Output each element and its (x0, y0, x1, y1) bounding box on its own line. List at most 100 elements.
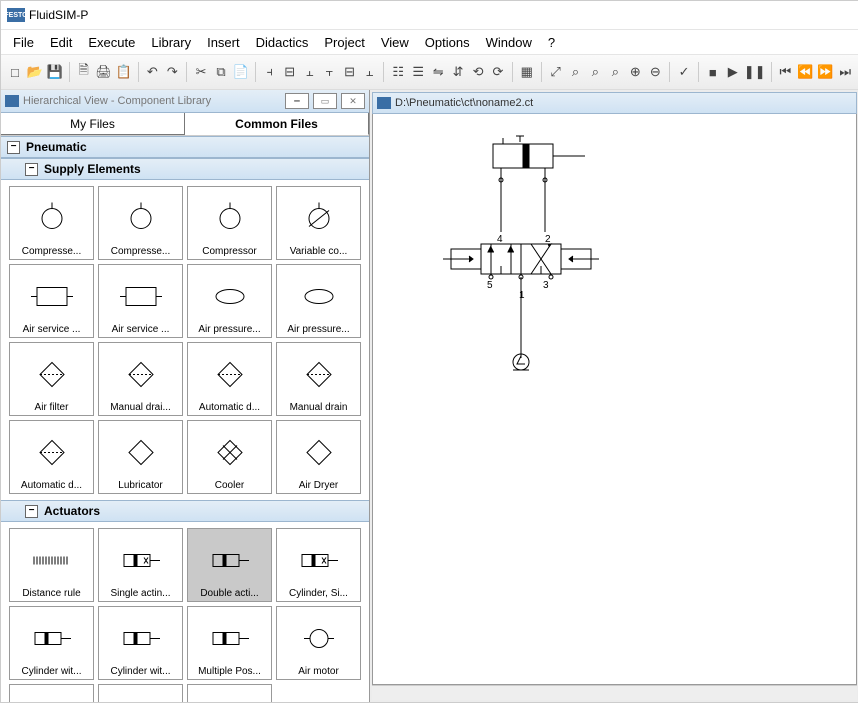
component-multiple-position-cylinder[interactable]: Multiple Pos... (187, 606, 272, 680)
dist-h-icon[interactable]: ☷ (389, 61, 407, 83)
component-air-motor[interactable]: Air motor (276, 606, 361, 680)
component-cylinder-with-cushion-2[interactable]: Cylinder wit... (98, 606, 183, 680)
component-air-service-unit-simple[interactable]: Air service ... (98, 264, 183, 338)
circuit-diagram[interactable]: 4 2 (373, 114, 853, 684)
component-air-pressure-reservoir[interactable]: Air pressure... (187, 264, 272, 338)
component-compressed-air-supply[interactable]: Compresse... (9, 186, 94, 260)
menu-project[interactable]: Project (316, 33, 372, 52)
play-icon[interactable]: ▶ (724, 61, 742, 83)
component-air-filter[interactable]: Air filter (9, 342, 94, 416)
collapse-icon[interactable]: − (25, 505, 38, 518)
component-label: Lubricator (98, 480, 183, 493)
rotate-right-icon[interactable]: ⟳ (489, 61, 507, 83)
menu-didactics[interactable]: Didactics (248, 33, 317, 52)
open-file-icon[interactable]: 📂 (26, 61, 44, 83)
component-air-service-unit[interactable]: Air service ... (9, 264, 94, 338)
component-distance-rule[interactable]: Distance rule (9, 528, 94, 602)
preview-icon[interactable]: 🗎 (75, 61, 93, 83)
component-cylinder-with-cushion[interactable]: Cylinder wit... (9, 606, 94, 680)
menu-view[interactable]: View (373, 33, 417, 52)
component-rotary-actuator[interactable] (98, 684, 183, 702)
menu-file[interactable]: File (5, 33, 42, 52)
tab-common-files[interactable]: Common Files (185, 113, 369, 135)
collapse-icon[interactable]: − (25, 163, 38, 176)
zoom-fit-icon[interactable]: ⤢ (547, 61, 565, 83)
mirror-h-icon[interactable]: ⇋ (429, 61, 447, 83)
zoom-window-icon[interactable]: ⌕ (567, 61, 585, 83)
double-acting-cylinder-symbol[interactable] (493, 136, 585, 182)
menu-edit[interactable]: Edit (42, 33, 80, 52)
component-cylinder-single-spring[interactable]: Cylinder, Si... (276, 528, 361, 602)
component-lubricator[interactable]: Lubricator (98, 420, 183, 494)
component-semi-rotary[interactable] (9, 684, 94, 702)
component-label: Air service ... (9, 324, 94, 337)
component-compressed-air-supply-2[interactable]: Compresse... (98, 186, 183, 260)
horizontal-scrollbar[interactable] (372, 685, 857, 700)
step-fwd-icon[interactable]: ⏩ (816, 61, 834, 83)
step-first-icon[interactable]: ⏮ (776, 61, 794, 83)
zoom-prev-icon[interactable]: ⌕ (586, 61, 604, 83)
component-label: Variable co... (276, 246, 361, 259)
close-button[interactable]: ✕ (341, 93, 365, 109)
align-bottom-icon[interactable]: ⫠ (361, 61, 379, 83)
subgroup-supply-elements[interactable]: −Supply Elements (1, 158, 369, 180)
component-automatic-drain[interactable]: Automatic d... (9, 420, 94, 494)
separator (186, 62, 187, 82)
menu-[interactable]: ? (540, 33, 563, 52)
grid-icon[interactable]: ▦ (518, 61, 536, 83)
redo-icon[interactable]: ↷ (163, 61, 181, 83)
collapse-icon[interactable]: − (7, 141, 20, 154)
component-double-acting-cylinder[interactable]: Double acti... (187, 528, 272, 602)
check-icon[interactable]: ✓ (675, 61, 693, 83)
separator (255, 62, 256, 82)
component-cooler[interactable]: Cooler (187, 420, 272, 494)
align-right-icon[interactable]: ⫠ (301, 61, 319, 83)
menu-options[interactable]: Options (417, 33, 478, 52)
align-vcenter-icon[interactable]: ⊟ (341, 61, 359, 83)
pause-icon[interactable]: ❚❚ (744, 61, 766, 83)
zoom-in-icon[interactable]: ⊕ (626, 61, 644, 83)
stop-icon[interactable]: ■ (704, 61, 722, 83)
undo-icon[interactable]: ↶ (143, 61, 161, 83)
align-top-icon[interactable]: ⫟ (321, 61, 339, 83)
copy-icon[interactable]: ⧉ (212, 61, 230, 83)
menu-library[interactable]: Library (143, 33, 199, 52)
menu-execute[interactable]: Execute (80, 33, 143, 52)
align-hcenter-icon[interactable]: ⊟ (281, 61, 299, 83)
group-pneumatic[interactable]: −Pneumatic (1, 136, 369, 158)
component-variable-compressor[interactable]: Variable co... (276, 186, 361, 260)
rotate-left-icon[interactable]: ⟲ (469, 61, 487, 83)
maximize-button[interactable]: ▭ (313, 93, 337, 109)
library-tree[interactable]: −Pneumatic−Supply ElementsCompresse...Co… (1, 135, 369, 702)
cut-icon[interactable]: ✂ (192, 61, 210, 83)
minimize-button[interactable]: ━ (285, 93, 309, 109)
component-automatic-drain-filter[interactable]: Automatic d... (187, 342, 272, 416)
align-left-icon[interactable]: ⫞ (261, 61, 279, 83)
subgroup-actuators[interactable]: −Actuators (1, 500, 369, 522)
print-icon[interactable]: 🖨 (95, 61, 113, 83)
component-single-acting-cylinder[interactable]: Single actin... (98, 528, 183, 602)
component-manual-drain[interactable]: Manual drain (276, 342, 361, 416)
step-back-icon[interactable]: ⏪ (796, 61, 814, 83)
paste-icon[interactable]: 📄 (232, 61, 250, 83)
properties-icon[interactable]: 📋 (115, 61, 133, 83)
component-compressor[interactable]: Compressor (187, 186, 272, 260)
zoom-100-icon[interactable]: ⌕ (606, 61, 624, 83)
menu-insert[interactable]: Insert (199, 33, 248, 52)
component-manual-drain-filter[interactable]: Manual drai... (98, 342, 183, 416)
mirror-v-icon[interactable]: ⇵ (449, 61, 467, 83)
save-icon[interactable]: 💾 (46, 61, 64, 83)
menu-window[interactable]: Window (478, 33, 540, 52)
new-file-icon[interactable]: □ (6, 61, 24, 83)
drawing-canvas[interactable]: 4 2 (372, 114, 857, 685)
component-vacuum-cup[interactable] (187, 684, 272, 702)
step-last-icon[interactable]: ⏭ (836, 61, 854, 83)
component-air-dryer[interactable]: Air Dryer (276, 420, 361, 494)
component-label: Cooler (187, 480, 272, 493)
component-air-pressure-reservoir-2[interactable]: Air pressure... (276, 264, 361, 338)
tab-my-files[interactable]: My Files (1, 113, 185, 135)
air-supply-symbol[interactable] (513, 354, 529, 370)
zoom-out-icon[interactable]: ⊖ (646, 61, 664, 83)
component-label: Cylinder wit... (9, 666, 94, 679)
dist-v-icon[interactable]: ☰ (409, 61, 427, 83)
